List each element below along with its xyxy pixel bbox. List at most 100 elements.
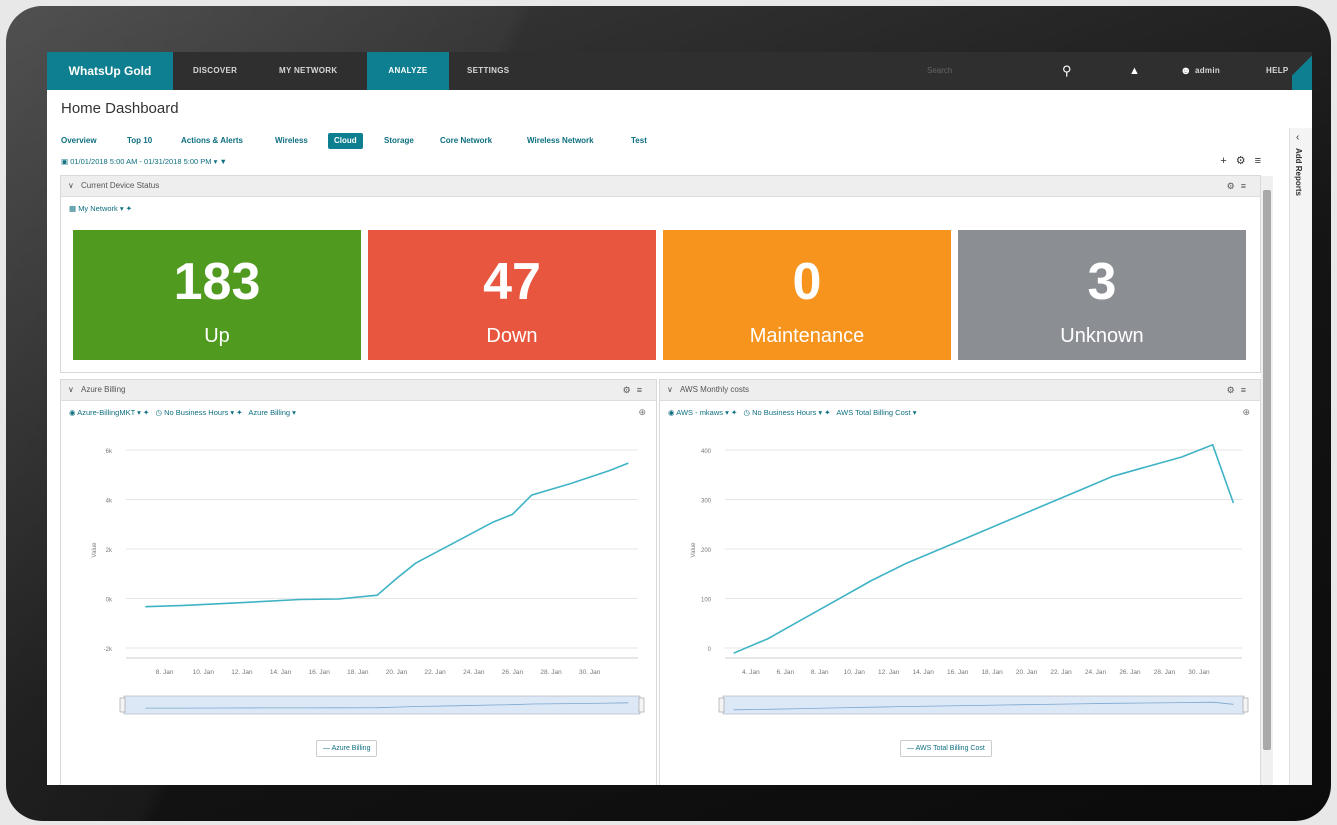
- panel-tools: ⚙≡: [623, 380, 648, 400]
- azure-billing-panel: ∨ Azure Billing ⚙≡ ◉ Azure-BillingMKT ▾ …: [60, 379, 657, 785]
- y-tick-label: 300: [701, 499, 712, 505]
- gear-icon[interactable]: ⚙: [1227, 385, 1241, 395]
- y-tick-label: 400: [701, 449, 712, 455]
- aws-costs-panel: ∨ AWS Monthly costs ⚙≡ ◉ AWS - mkaws ▾ ✦…: [659, 379, 1261, 785]
- y-tick-label: -2k: [104, 647, 113, 653]
- filter-metric[interactable]: Azure Billing: [248, 408, 290, 417]
- filter-icon[interactable]: ≡: [1255, 155, 1270, 167]
- dashboard-tools: +⚙≡: [1220, 154, 1270, 167]
- navigator-handle-left: [119, 697, 126, 713]
- pin-icon[interactable]: ✦: [126, 204, 132, 213]
- gear-icon[interactable]: ⚙: [623, 385, 637, 395]
- legend-item[interactable]: — Azure Billing: [316, 740, 378, 757]
- panel-header: ∨ AWS Monthly costs ⚙≡: [660, 380, 1260, 401]
- nav-analyze[interactable]: ANALYZE: [367, 52, 449, 90]
- add-reports-label: Add Reports: [1294, 148, 1303, 196]
- chevron-down-icon[interactable]: ▾: [120, 204, 124, 213]
- azure-billing-chart[interactable]: -2k 0k 2k 4k 6k Value 8. Jan 10. Jan 12. Jan 14. …: [66, 430, 646, 730]
- legend-label: Azure Billing: [331, 745, 371, 752]
- tile-value: 0: [792, 253, 822, 311]
- scrollbar[interactable]: [1261, 176, 1273, 785]
- calendar-icon: ▣: [61, 157, 69, 166]
- scrollbar-thumb[interactable]: [1263, 190, 1271, 750]
- collapse-icon[interactable]: ∨: [667, 380, 673, 400]
- panel-title: AWS Monthly costs: [680, 385, 750, 394]
- status-tile-maintenance[interactable]: 0 Maintenance: [663, 230, 951, 360]
- legend-item[interactable]: — AWS Total Billing Cost: [900, 740, 992, 757]
- brand-logo[interactable]: WhatsUp Gold: [47, 52, 173, 90]
- search-input[interactable]: Search: [927, 63, 1047, 79]
- zoom-icon[interactable]: ⊕: [638, 407, 646, 418]
- filter-hours[interactable]: No Business Hours: [164, 408, 228, 417]
- tab-overview[interactable]: Overview: [61, 133, 97, 149]
- app-screen: WhatsUp Gold DISCOVER MY NETWORK ANALYZE…: [47, 52, 1312, 785]
- tab-actions-alerts[interactable]: Actions & Alerts: [181, 133, 243, 149]
- collapse-icon[interactable]: ∨: [68, 176, 74, 196]
- tab-wireless[interactable]: Wireless: [275, 133, 308, 149]
- tab-core-network[interactable]: Core Network: [440, 133, 492, 149]
- tab-top-10[interactable]: Top 10: [127, 133, 152, 149]
- group-filter[interactable]: ▦ My Network ▾ ✦: [69, 203, 132, 215]
- add-icon[interactable]: +: [1220, 155, 1235, 167]
- gear-icon[interactable]: ⚙: [1236, 155, 1255, 167]
- user-icon[interactable]: ☻: [1180, 52, 1192, 90]
- pin-icon[interactable]: ▼: [220, 157, 227, 166]
- x-tick-label: 8. Jan: [156, 669, 174, 676]
- x-tick-label: 24. Jan: [463, 669, 485, 676]
- y-tick-label: 6k: [106, 449, 113, 455]
- device-status-panel: ∨ Current Device Status ⚙≡ ▦ My Network …: [60, 175, 1261, 373]
- tile-label: Down: [486, 325, 538, 347]
- filter-resource[interactable]: Azure-BillingMKT: [77, 408, 135, 417]
- status-tile-unknown[interactable]: 3 Unknown: [958, 230, 1246, 360]
- tab-wireless-network[interactable]: Wireless Network: [527, 133, 594, 149]
- legend-label: AWS Total Billing Cost: [915, 745, 985, 752]
- report-filters: ◉ Azure-BillingMKT ▾ ✦ ◷ No Business Hou…: [69, 408, 296, 417]
- date-range-picker[interactable]: ▣ 01/01/2018 5:00 AM - 01/31/2018 5:00 P…: [61, 155, 227, 169]
- aws-costs-chart[interactable]: 0 100 200 300 400 Value 4. Jan 6. Jan 8. Jan 10. …: [665, 430, 1250, 730]
- tab-cloud[interactable]: Cloud: [328, 133, 363, 149]
- nav-discover[interactable]: DISCOVER: [193, 52, 237, 90]
- tab-test[interactable]: Test: [631, 133, 647, 149]
- chevron-left-icon[interactable]: ‹: [1296, 132, 1299, 143]
- filter-icon[interactable]: ≡: [637, 385, 648, 395]
- y-tick-label: 100: [701, 598, 712, 604]
- x-tick-label: 22. Jan: [1050, 669, 1072, 676]
- top-nav: WhatsUp Gold DISCOVER MY NETWORK ANALYZE…: [47, 52, 1312, 90]
- filter-metric[interactable]: AWS Total Billing Cost: [836, 408, 910, 417]
- x-tick-label: 16. Jan: [309, 669, 331, 676]
- tile-value: 183: [173, 253, 261, 311]
- clock-icon: ◷: [155, 408, 163, 417]
- add-reports-sidebar[interactable]: ‹ Add Reports: [1289, 128, 1312, 785]
- zoom-icon[interactable]: ⊕: [1242, 407, 1250, 418]
- x-tick-label: 10. Jan: [193, 669, 215, 676]
- y-tick-label: 0k: [106, 598, 113, 604]
- bell-icon[interactable]: ▲: [1129, 52, 1140, 90]
- tile-label: Up: [204, 325, 230, 347]
- status-tile-up[interactable]: 183 Up: [73, 230, 361, 360]
- nav-my-network[interactable]: MY NETWORK: [279, 52, 337, 90]
- range-navigator: [123, 695, 641, 715]
- chevron-down-icon[interactable]: ▾: [214, 157, 218, 166]
- panel-header: ∨ Azure Billing ⚙≡: [61, 380, 656, 401]
- tab-storage[interactable]: Storage: [384, 133, 414, 149]
- y-tick-label: 2k: [106, 548, 113, 554]
- filter-icon[interactable]: ≡: [1241, 385, 1252, 395]
- navigator-handle-right: [1242, 697, 1249, 713]
- y-axis-label: Value: [92, 542, 98, 558]
- tile-value: 3: [1087, 253, 1117, 311]
- gear-icon[interactable]: ⚙: [1227, 181, 1241, 191]
- x-tick-label: 6. Jan: [776, 669, 794, 676]
- search-icon[interactable]: ⚲: [1062, 52, 1072, 90]
- help-link[interactable]: HELP: [1266, 52, 1289, 90]
- panel-header: ∨ Current Device Status ⚙≡: [61, 176, 1260, 197]
- x-tick-label: 14. Jan: [913, 669, 935, 676]
- status-tile-down[interactable]: 47 Down: [368, 230, 656, 360]
- nav-settings[interactable]: SETTINGS: [467, 52, 509, 90]
- user-menu[interactable]: admin: [1195, 52, 1220, 90]
- filter-icon[interactable]: ≡: [1241, 181, 1252, 191]
- filter-hours[interactable]: No Business Hours: [752, 408, 816, 417]
- filter-resource[interactable]: AWS - mkaws: [676, 408, 723, 417]
- x-tick-label: 16. Jan: [947, 669, 969, 676]
- nav-accent: [1292, 52, 1312, 90]
- collapse-icon[interactable]: ∨: [68, 380, 74, 400]
